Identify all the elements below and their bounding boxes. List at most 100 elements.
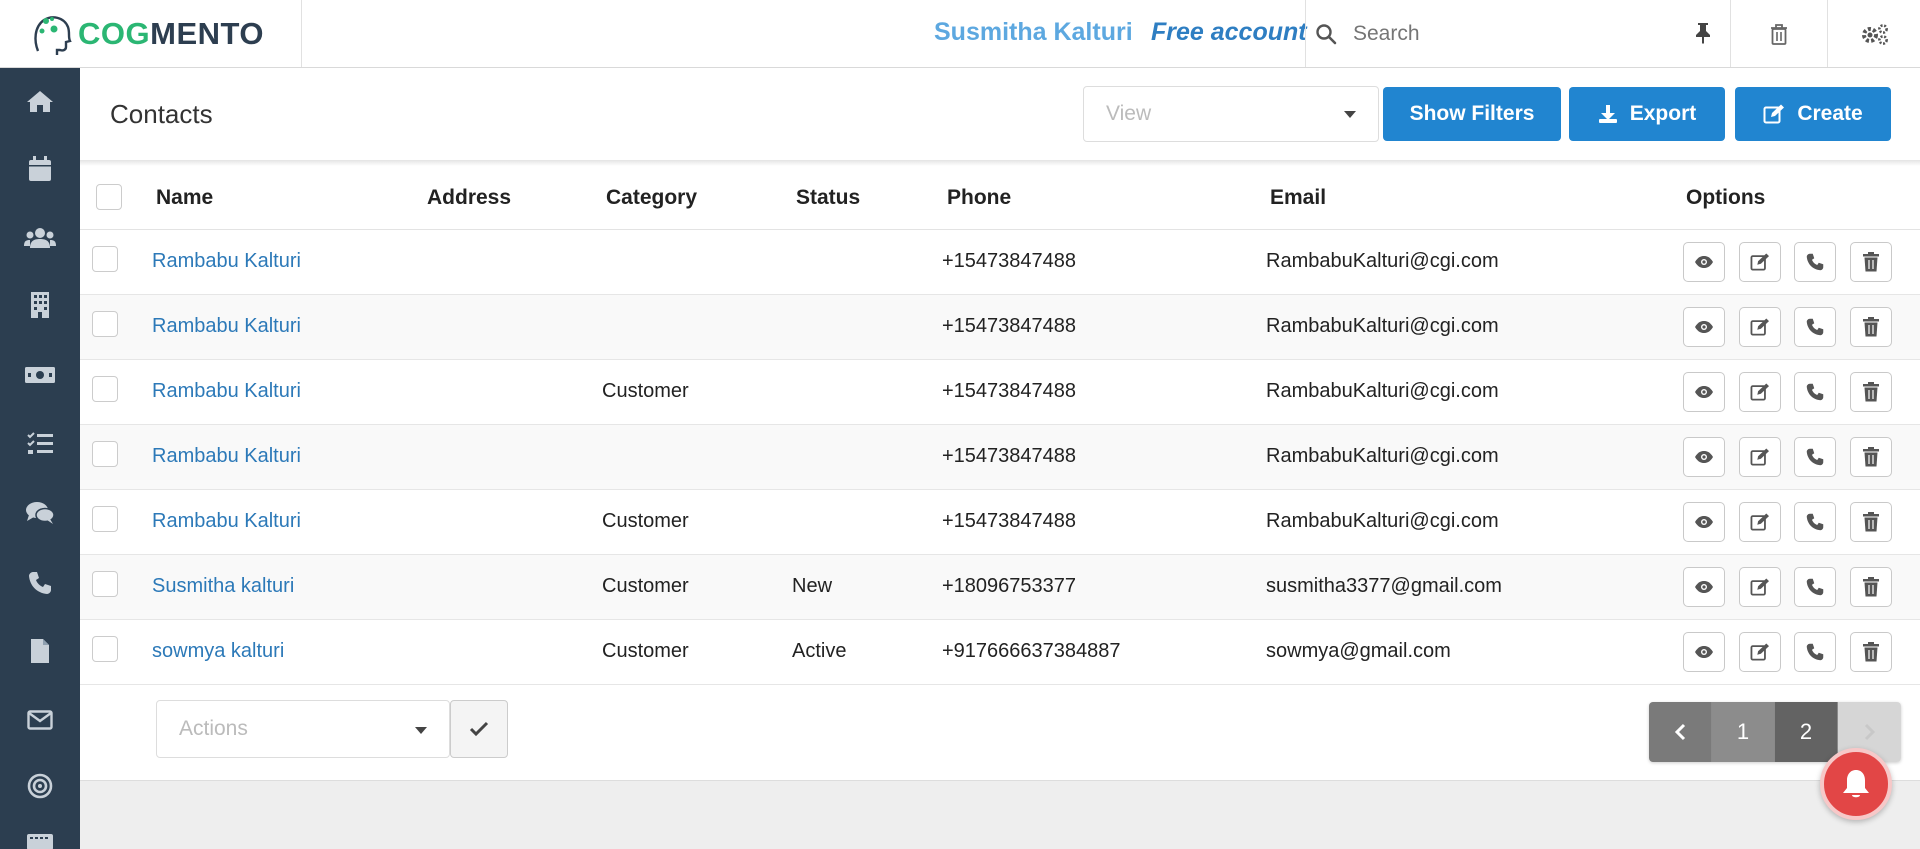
row-checkbox[interactable] (92, 571, 118, 597)
contact-name-link[interactable]: sowmya kalturi (152, 640, 284, 663)
row-checkbox[interactable] (92, 311, 118, 337)
phone-icon[interactable] (0, 553, 80, 613)
row-checkbox[interactable] (92, 376, 118, 402)
document-icon[interactable] (0, 621, 80, 681)
contact-email: RambabuKalturi@cgi.com (1266, 250, 1499, 272)
apply-actions-button[interactable] (450, 700, 508, 758)
envelope-icon[interactable] (0, 690, 80, 750)
delete-button[interactable] (1850, 242, 1892, 282)
call-button[interactable] (1794, 632, 1836, 672)
edit-button[interactable] (1739, 242, 1781, 282)
call-button[interactable] (1794, 242, 1836, 282)
call-button[interactable] (1794, 502, 1836, 542)
create-button[interactable]: Create (1735, 87, 1891, 141)
delete-button[interactable] (1850, 567, 1892, 607)
search-input[interactable] (1353, 21, 1653, 46)
chevron-right-icon (1864, 723, 1875, 741)
contact-name-link[interactable]: Rambabu Kalturi (152, 250, 301, 273)
eye-icon (1694, 515, 1714, 529)
contact-email: RambabuKalturi@cgi.com (1266, 315, 1499, 337)
row-checkbox[interactable] (92, 246, 118, 272)
notification-bell-button[interactable] (1820, 748, 1892, 820)
contact-name-link[interactable]: Susmitha kalturi (152, 575, 294, 598)
previous-page-button[interactable] (1649, 702, 1712, 762)
page-2-button[interactable]: 2 (1775, 702, 1838, 762)
column-header-email[interactable]: Email (1270, 186, 1326, 210)
check-icon (469, 721, 489, 737)
pin-icon[interactable] (1688, 18, 1718, 48)
delete-button[interactable] (1850, 437, 1892, 477)
eye-icon (1694, 320, 1714, 334)
call-button[interactable] (1794, 437, 1836, 477)
account-type[interactable]: Free account (1151, 18, 1307, 47)
delete-button[interactable] (1850, 502, 1892, 542)
view-button[interactable] (1683, 567, 1725, 607)
logo-text: COGMENTO (78, 15, 265, 51)
call-button[interactable] (1794, 372, 1836, 412)
view-dropdown[interactable]: View (1083, 86, 1379, 142)
contact-category: Customer (602, 380, 689, 402)
chevron-down-icon (415, 727, 427, 734)
logo[interactable]: COGMENTO (0, 0, 302, 67)
edit-icon (1750, 448, 1770, 466)
edit-button[interactable] (1739, 567, 1781, 607)
eye-icon (1694, 385, 1714, 399)
contact-phone: +18096753377 (942, 575, 1077, 597)
edit-button[interactable] (1739, 632, 1781, 672)
column-header-address[interactable]: Address (427, 186, 511, 210)
money-icon[interactable] (0, 345, 80, 405)
view-button[interactable] (1683, 632, 1725, 672)
page-1-button[interactable]: 1 (1712, 702, 1775, 762)
users-icon[interactable] (0, 208, 80, 268)
row-checkbox[interactable] (92, 506, 118, 532)
target-icon[interactable] (0, 756, 80, 816)
user-name[interactable]: Susmitha Kalturi (934, 18, 1133, 47)
view-button[interactable] (1683, 372, 1725, 412)
view-button[interactable] (1683, 242, 1725, 282)
phone-icon (1806, 513, 1824, 531)
delete-button[interactable] (1850, 632, 1892, 672)
calendar-icon[interactable] (0, 139, 80, 199)
trash-icon (1863, 577, 1879, 597)
view-button[interactable] (1683, 437, 1725, 477)
row-checkbox[interactable] (92, 636, 118, 662)
column-header-name[interactable]: Name (156, 186, 213, 210)
delete-button[interactable] (1850, 307, 1892, 347)
view-button[interactable] (1683, 502, 1725, 542)
select-all-checkbox[interactable] (96, 184, 122, 210)
row-checkbox[interactable] (92, 441, 118, 467)
comments-icon[interactable] (0, 483, 80, 543)
home-icon[interactable] (0, 71, 80, 131)
contact-name-link[interactable]: Rambabu Kalturi (152, 445, 301, 468)
building-icon[interactable] (0, 275, 80, 335)
phone-icon (1806, 448, 1824, 466)
call-button[interactable] (1794, 567, 1836, 607)
contact-category: Customer (602, 510, 689, 532)
edit-button[interactable] (1739, 502, 1781, 542)
call-button[interactable] (1794, 307, 1836, 347)
actions-placeholder: Actions (179, 717, 248, 740)
edit-button[interactable] (1739, 307, 1781, 347)
contact-name-link[interactable]: Rambabu Kalturi (152, 380, 301, 403)
contact-name-link[interactable]: Rambabu Kalturi (152, 315, 301, 338)
actions-dropdown[interactable]: Actions (156, 700, 450, 758)
edit-button[interactable] (1739, 372, 1781, 412)
settings-button[interactable] (1829, 0, 1920, 67)
contact-phone: +15473847488 (942, 510, 1077, 532)
trash-button[interactable] (1730, 0, 1828, 67)
search-box (1305, 0, 1729, 67)
column-header-category[interactable]: Category (606, 186, 697, 210)
contact-name-link[interactable]: Rambabu Kalturi (152, 510, 301, 533)
column-header-status[interactable]: Status (796, 186, 860, 210)
download-icon (1598, 105, 1617, 123)
keyboard-icon[interactable] (0, 830, 80, 849)
delete-button[interactable] (1850, 372, 1892, 412)
edit-button[interactable] (1739, 437, 1781, 477)
phone-icon (1806, 643, 1824, 661)
show-filters-button[interactable]: Show Filters (1383, 87, 1561, 141)
export-button[interactable]: Export (1569, 87, 1725, 141)
column-header-phone[interactable]: Phone (947, 186, 1011, 210)
view-button[interactable] (1683, 307, 1725, 347)
contact-phone: +15473847488 (942, 250, 1077, 272)
tasks-icon[interactable] (0, 414, 80, 474)
